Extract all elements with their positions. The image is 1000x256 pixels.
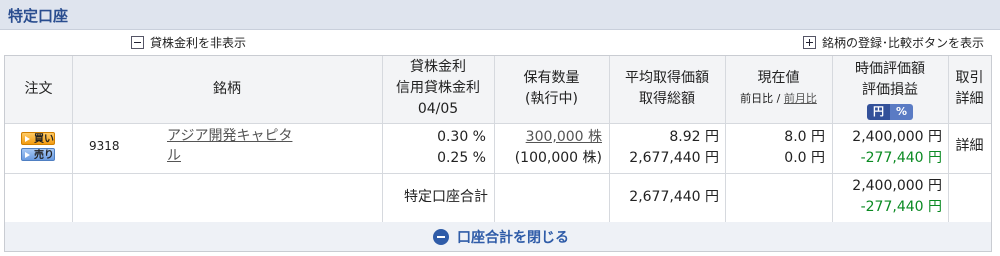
price-change: 0.0 円 — [784, 150, 825, 166]
col-header-detail-line1: 取引 — [955, 70, 984, 86]
col-header-detail-line2: 詳細 — [955, 91, 984, 107]
unrealized-pnl: -277,440 円 — [860, 150, 942, 166]
lending-rate: 0.30 % — [437, 129, 486, 145]
show-compare-buttons-label: 銘柄の登録･比較ボタンを表示 — [821, 36, 984, 50]
quantity-cell: 300,000 株 (100,000 株) — [494, 127, 602, 169]
footer-band: 口座合計を閉じる — [5, 222, 991, 251]
col-header-change-switch: 前日比 / 前月比 — [725, 89, 832, 109]
col-header-lending-rate: 貸株金利 信用貸株金利 04/05 — [382, 57, 494, 120]
col-header-avg-line2: 取得総額 — [639, 91, 695, 107]
col-header-detail: 取引 詳細 — [948, 68, 991, 110]
section-header: 特定口座 — [0, 0, 1000, 30]
col-header-valuation: 時価評価額 評価損益 円 % — [832, 59, 948, 122]
margin-lending-rate: 0.25 % — [437, 150, 486, 166]
buy-button[interactable]: 買い — [21, 132, 55, 145]
market-value: 2,400,000 円 — [852, 129, 942, 145]
lending-rates: 0.30 % 0.25 % — [382, 127, 486, 169]
section-title: 特定口座 — [8, 7, 69, 25]
col-header-rate-date: 04/05 — [417, 101, 459, 117]
close-account-total-label: 口座合計を閉じる — [457, 230, 569, 246]
col-header-current-price: 現在値 前日比 / 前月比 — [725, 68, 832, 109]
col-header-avg-line1: 平均取得価額 — [625, 70, 709, 86]
prev-day-label: 前日比 — [740, 92, 774, 105]
col-header-val-line1: 時価評価額 — [855, 61, 925, 77]
col-header-rate-line1: 貸株金利 — [410, 59, 466, 75]
valuation-percent-button[interactable]: % — [889, 104, 914, 120]
current-price: 8.0 円 — [784, 129, 825, 145]
change-separator: / — [773, 92, 784, 105]
col-header-quantity: 保有数量 (執行中) — [494, 68, 609, 110]
col-header-val-line2: 評価損益 — [862, 82, 918, 98]
average-price-cell: 8.92 円 2,677,440 円 — [609, 127, 719, 169]
prev-month-link[interactable]: 前月比 — [784, 92, 817, 105]
col-header-qty-line2: (執行中) — [525, 91, 578, 107]
stock-name-link[interactable]: アジア開発キャピタ ル — [167, 126, 327, 166]
totals-valuation: 2,400,000 円 -277,440 円 — [832, 176, 942, 218]
hide-lending-rate-toggle[interactable]: 貸株金利を非表示 — [131, 34, 246, 51]
stock-name-line2: ル — [167, 148, 181, 164]
hide-lending-rate-label: 貸株金利を非表示 — [150, 36, 247, 50]
pending-quantity: (100,000 株) — [514, 150, 602, 166]
current-price-cell: 8.0 円 0.0 円 — [725, 127, 825, 169]
sell-button[interactable]: 売り — [21, 148, 55, 161]
valuation-unit-toggle: 円 % — [866, 104, 914, 120]
col-header-rate-line2: 信用貸株金利 — [396, 80, 480, 96]
valuation-yen-button[interactable]: 円 — [866, 104, 890, 120]
col-header-brand: 銘柄 — [213, 81, 241, 97]
show-compare-buttons-toggle[interactable]: 銘柄の登録･比較ボタンを表示 — [802, 34, 984, 51]
stock-code: 9318 — [89, 139, 120, 153]
holdings-table: 注文 銘柄 貸株金利 信用貸株金利 04/05 保有数量 (執行中) 平均取得価… — [4, 55, 992, 252]
holding-quantity-link[interactable]: 300,000 株 — [494, 127, 602, 148]
col-header-cur-line1: 現在値 — [757, 70, 800, 86]
stock-name-line1: アジア開発キャピタ — [167, 128, 293, 144]
average-price: 8.92 円 — [669, 129, 719, 145]
col-header-qty-line1: 保有数量 — [523, 70, 580, 86]
totals-pnl: -277,440 円 — [860, 199, 942, 215]
minus-circle-icon — [433, 229, 449, 245]
trade-detail-link[interactable]: 詳細 — [948, 136, 991, 157]
totals-cost: 2,677,440 円 — [629, 189, 719, 205]
valuation-cell: 2,400,000 円 -277,440 円 — [832, 127, 942, 169]
col-header-order: 注文 — [24, 81, 53, 97]
minus-box-icon — [131, 36, 144, 49]
col-header-average-price: 平均取得価額 取得総額 — [609, 68, 725, 110]
totals-label: 特定口座合計 — [404, 189, 488, 205]
total-cost: 2,677,440 円 — [629, 150, 719, 166]
close-account-total-button[interactable]: 口座合計を閉じる — [433, 227, 569, 247]
totals-market-value: 2,400,000 円 — [852, 178, 942, 194]
toggle-row: 貸株金利を非表示 銘柄の登録･比較ボタンを表示 — [0, 31, 1000, 53]
plus-box-icon — [802, 36, 816, 49]
